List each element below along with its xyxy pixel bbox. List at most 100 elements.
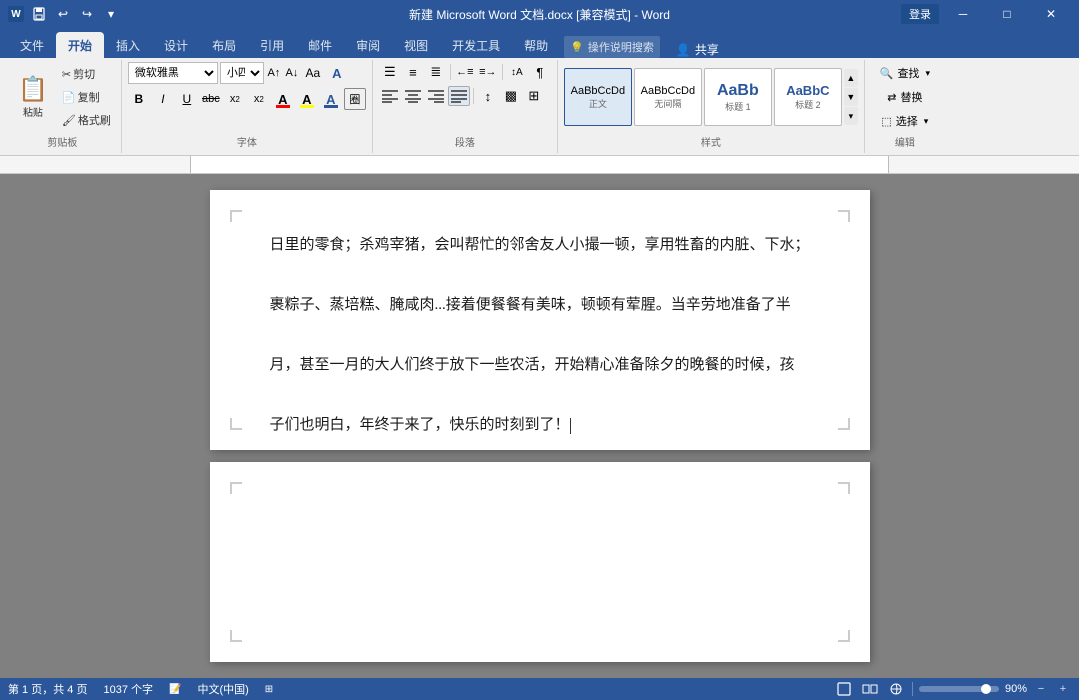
subscript-button[interactable]: x2 (224, 88, 246, 110)
font-top-row: 微软雅黑 小四 A↑ A↓ Aa A (128, 62, 348, 84)
bullets-button[interactable]: ☰ (379, 62, 401, 82)
ribbon-group-clipboard: 📋 粘贴 ✂ 剪切 📄 复制 🖌 格式刷 剪贴板 (4, 60, 122, 153)
page-1-content[interactable]: 日里的零食；杀鸡宰猪，会叫帮忙的邻舍友人小撮一顿，享用牲畜的内脏、下水； 裹粽子… (270, 230, 810, 440)
help-search-box[interactable]: 💡 操作说明搜索 (564, 36, 660, 58)
corner-bl-1 (230, 418, 242, 430)
decrease-font-btn[interactable]: A↓ (284, 62, 300, 84)
replace-button[interactable]: ⇄ 替换 (881, 86, 928, 108)
tab-references[interactable]: 引用 (248, 32, 296, 58)
word-count: 1037 个字 (103, 681, 153, 697)
corner-bl-2 (230, 630, 242, 642)
marks-button[interactable]: ¶ (529, 62, 551, 82)
clipboard-content: 📋 粘贴 ✂ 剪切 📄 复制 🖌 格式刷 (10, 62, 115, 132)
line-spacing-btn[interactable]: ↕ (477, 86, 499, 106)
italic-button[interactable]: I (152, 88, 174, 110)
style-normal[interactable]: AaBbCcDd 正文 (564, 68, 632, 126)
paragraph-label: 段落 (379, 132, 551, 151)
para-sep2 (502, 64, 503, 80)
tab-developer[interactable]: 开发工具 (440, 32, 512, 58)
search-icon: 🔍 (880, 67, 894, 80)
sort-button[interactable]: ↕A (506, 62, 528, 82)
tab-layout[interactable]: 布局 (200, 32, 248, 58)
tab-mailings[interactable]: 邮件 (296, 32, 344, 58)
tab-help[interactable]: 帮助 (512, 32, 560, 58)
save-quick-btn[interactable] (30, 5, 48, 23)
align-center-btn[interactable] (402, 86, 424, 106)
language: 中文(中国) (197, 681, 248, 697)
border-button[interactable]: A (320, 88, 342, 110)
increase-font-btn[interactable]: A↑ (266, 62, 282, 84)
tab-insert[interactable]: 插入 (104, 32, 152, 58)
borders-btn[interactable]: ⊞ (523, 86, 545, 106)
web-layout-btn[interactable] (886, 681, 906, 697)
tab-home[interactable]: 开始 (56, 32, 104, 58)
cut-button[interactable]: ✂ 剪切 (58, 63, 115, 85)
numbering-button[interactable]: ≡ (402, 62, 424, 82)
read-mode-btn[interactable] (860, 681, 880, 697)
highlight-button[interactable]: A (296, 88, 318, 110)
find-label: 查找 (897, 65, 919, 81)
para-row1: ☰ ≡ ≣ ←≡ ≡→ ↕A ¶ (379, 62, 551, 82)
zoom-in-btn[interactable]: + (1055, 682, 1071, 696)
login-button[interactable]: 登录 (901, 4, 939, 24)
redo-quick-btn[interactable]: ↪ (78, 5, 96, 23)
increase-indent-btn[interactable]: ≡→ (477, 62, 499, 82)
paste-button[interactable]: 📋 粘贴 (10, 71, 56, 123)
strikethrough-button[interactable]: abc (200, 88, 222, 110)
styles-scroll-down[interactable]: ▼ (844, 88, 858, 106)
tab-design[interactable]: 设计 (152, 32, 200, 58)
style-h1-label: 标题 1 (725, 100, 751, 113)
clipboard-label: 剪贴板 (10, 132, 115, 151)
style-normal-preview: AaBbCcDd (571, 85, 625, 97)
find-dropdown-icon: ▾ (925, 68, 930, 79)
clear-format-btn[interactable]: Aa (302, 62, 324, 84)
style-heading2[interactable]: AaBbC 标题 2 (774, 68, 842, 126)
style-no-space[interactable]: AaBbCcDd 无间隔 (634, 68, 702, 126)
decrease-indent-btn[interactable]: ←≡ (454, 62, 476, 82)
replace-label: 替换 (900, 89, 922, 105)
page-2 (210, 462, 870, 662)
tab-review[interactable]: 审阅 (344, 32, 392, 58)
cut-icon: ✂ (62, 68, 71, 81)
select-button[interactable]: ⬚ 选择 ▾ (875, 110, 934, 132)
font-name-select[interactable]: 微软雅黑 (128, 62, 218, 84)
corner-br-1 (838, 418, 850, 430)
zoom-out-btn[interactable]: − (1033, 682, 1049, 696)
editing-label: 编辑 (871, 132, 939, 151)
para-row2: ↕ ▩ ⊞ (379, 86, 545, 106)
style-normal-label: 正文 (589, 97, 607, 110)
tab-file[interactable]: 文件 (8, 32, 56, 58)
shading-btn[interactable]: ▩ (500, 86, 522, 106)
tab-view[interactable]: 视图 (392, 32, 440, 58)
align-left-btn[interactable] (379, 86, 401, 106)
justify-btn[interactable] (448, 86, 470, 106)
share-button[interactable]: 👤 共享 (668, 41, 727, 58)
customize-quick-btn[interactable]: ▾ (102, 5, 120, 23)
font-size-select[interactable]: 小四 (220, 62, 264, 84)
styles-more[interactable]: ▾ (844, 107, 858, 125)
underline-button[interactable]: U (176, 88, 198, 110)
close-button[interactable]: ✕ (1031, 0, 1071, 28)
align-right-btn[interactable] (425, 86, 447, 106)
print-layout-btn[interactable] (834, 681, 854, 697)
multilevel-button[interactable]: ≣ (425, 62, 447, 82)
char-border-btn[interactable]: 圈 (344, 88, 366, 110)
text-effects-btn[interactable]: A (326, 62, 348, 84)
superscript-button[interactable]: x2 (248, 88, 270, 110)
styles-scroll-up[interactable]: ▲ (844, 69, 858, 87)
ribbon-tabs: 文件 开始 插入 设计 布局 引用 邮件 审阅 视图 开发工具 帮助 💡 操作说… (0, 28, 1079, 58)
para-sep1 (450, 64, 451, 80)
font-color-button[interactable]: A (272, 88, 294, 110)
find-button[interactable]: 🔍 查找 ▾ (874, 62, 936, 84)
page-info: 第 1 页，共 4 页 (8, 681, 87, 697)
restore-button[interactable]: □ (987, 0, 1027, 28)
minimize-button[interactable]: ─ (943, 0, 983, 28)
undo-quick-btn[interactable]: ↩ (54, 5, 72, 23)
style-heading1[interactable]: AaBb 标题 1 (704, 68, 772, 126)
document-area[interactable]: 日里的零食；杀鸡宰猪，会叫帮忙的邻舍友人小撮一顿，享用牲畜的内脏、下水； 裹粽子… (0, 174, 1079, 678)
bold-button[interactable]: B (128, 88, 150, 110)
zoom-slider[interactable] (919, 686, 999, 692)
format-painter-button[interactable]: 🖌 格式刷 (58, 109, 115, 131)
font-content: 微软雅黑 小四 A↑ A↓ Aa A B I U abc x2 x2 (128, 62, 366, 132)
copy-button[interactable]: 📄 复制 (58, 86, 115, 108)
